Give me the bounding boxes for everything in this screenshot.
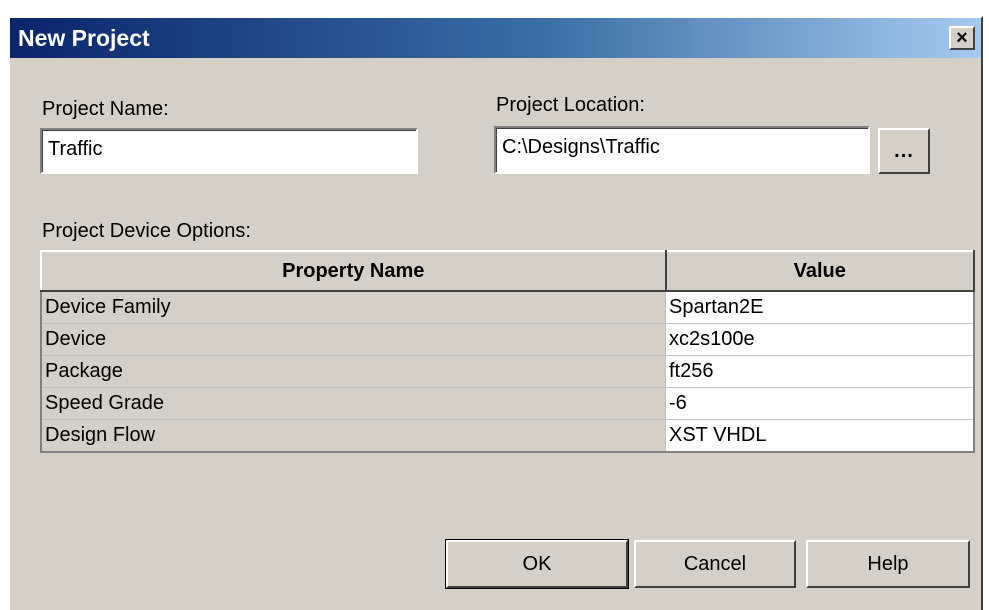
- column-header-value[interactable]: Value: [664, 250, 975, 292]
- device-options-label: Project Device Options:: [42, 220, 251, 242]
- property-value-cell[interactable]: Spartan2E: [665, 290, 975, 324]
- property-value-cell[interactable]: ft256: [665, 355, 975, 388]
- browse-button[interactable]: ...: [878, 128, 930, 174]
- device-options-table: Property Name Value Device Family Sparta…: [40, 250, 975, 453]
- table-row[interactable]: Device xc2s100e: [40, 323, 975, 356]
- project-location-label: Project Location:: [496, 94, 645, 116]
- new-project-dialog: New Project × Project Name: Traffic Proj…: [8, 16, 983, 610]
- project-name-input[interactable]: Traffic: [40, 128, 418, 174]
- property-name-cell: Design Flow: [40, 419, 666, 453]
- property-value-cell[interactable]: XST VHDL: [665, 419, 975, 453]
- close-button[interactable]: ×: [949, 26, 975, 50]
- property-name-cell: Device Family: [40, 290, 666, 324]
- property-name-cell: Speed Grade: [40, 387, 666, 420]
- table-row[interactable]: Device Family Spartan2E: [40, 290, 975, 324]
- column-header-property-name[interactable]: Property Name: [40, 250, 667, 292]
- table-header-row: Property Name Value: [40, 250, 975, 292]
- property-value-cell[interactable]: -6: [665, 387, 975, 420]
- table-row[interactable]: Design Flow XST VHDL: [40, 419, 975, 453]
- ok-button-label: OK: [522, 552, 552, 575]
- project-location-input[interactable]: C:\Designs\Traffic: [494, 126, 870, 174]
- dialog-title: New Project: [18, 24, 150, 51]
- cancel-button[interactable]: Cancel: [634, 540, 796, 588]
- project-name-label: Project Name:: [42, 98, 169, 120]
- table-row[interactable]: Package ft256: [40, 355, 975, 388]
- ok-button[interactable]: OK: [445, 539, 629, 589]
- help-button[interactable]: Help: [806, 540, 970, 588]
- browse-button-label: ...: [894, 139, 914, 162]
- help-button-label: Help: [867, 552, 909, 575]
- property-value-cell[interactable]: xc2s100e: [665, 323, 975, 356]
- table-row[interactable]: Speed Grade -6: [40, 387, 975, 420]
- cancel-button-label: Cancel: [683, 552, 747, 575]
- property-name-cell: Package: [40, 355, 666, 388]
- title-bar[interactable]: New Project ×: [10, 18, 981, 58]
- close-icon: ×: [956, 27, 968, 49]
- property-name-cell: Device: [40, 323, 666, 356]
